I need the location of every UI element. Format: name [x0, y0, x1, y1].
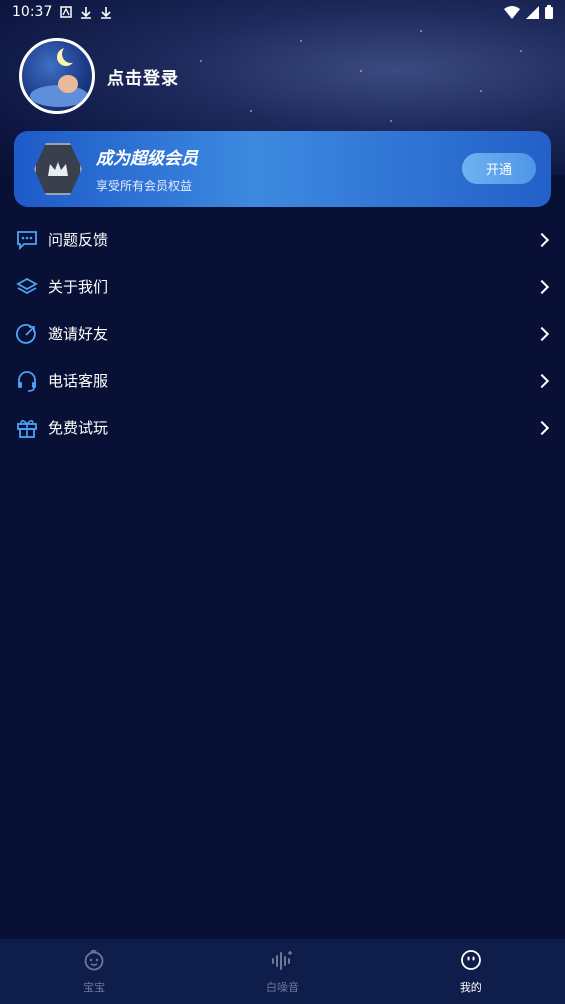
signal-icon [526, 5, 539, 19]
settings-menu: 问题反馈 关于我们 邀请好友 电话客服 免费试玩 [0, 216, 565, 451]
profile-login[interactable]: 点击登录 [19, 38, 179, 114]
vip-subtitle: 享受所有会员权益 [96, 179, 193, 193]
menu-item-about[interactable]: 关于我们 [0, 263, 565, 310]
crown-icon [34, 143, 82, 195]
sound-wave-icon [270, 949, 294, 975]
bottom-tab-bar: 宝宝 白噪音 我的 [0, 939, 565, 1004]
chevron-right-icon [534, 232, 550, 247]
status-bar: 10:37 [0, 0, 565, 24]
tab-white-noise[interactable]: 白噪音 [188, 939, 376, 1004]
menu-item-invite[interactable]: 邀请好友 [0, 310, 565, 357]
chevron-right-icon [534, 420, 550, 435]
headset-icon [15, 369, 38, 392]
avatar[interactable] [19, 38, 95, 114]
tab-baby[interactable]: 宝宝 [0, 939, 188, 1004]
chevron-right-icon [534, 373, 550, 388]
feedback-icon [15, 228, 38, 251]
login-link[interactable]: 点击登录 [107, 64, 179, 89]
download-icon [101, 6, 112, 19]
baby-icon [82, 949, 106, 975]
invite-icon [15, 322, 38, 345]
battery-icon [545, 5, 553, 19]
tab-mine[interactable]: 我的 [377, 939, 565, 1004]
download-icon [81, 6, 92, 19]
wifi-icon [504, 5, 520, 19]
chevron-right-icon [534, 326, 550, 341]
menu-item-phone-support[interactable]: 电话客服 [0, 357, 565, 404]
status-time: 10:37 [12, 4, 53, 20]
chevron-right-icon [534, 279, 550, 294]
menu-item-feedback[interactable]: 问题反馈 [0, 216, 565, 263]
vip-title: 成为超级会员 [96, 149, 198, 169]
menu-item-free-trial[interactable]: 免费试玩 [0, 404, 565, 451]
vip-banner[interactable]: 成为超级会员 享受所有会员权益 开通 [14, 131, 551, 207]
open-vip-button[interactable]: 开通 [462, 153, 536, 184]
notification-icon [60, 6, 73, 18]
gift-icon [15, 416, 38, 439]
layers-icon [15, 275, 38, 298]
smile-icon [459, 949, 483, 975]
